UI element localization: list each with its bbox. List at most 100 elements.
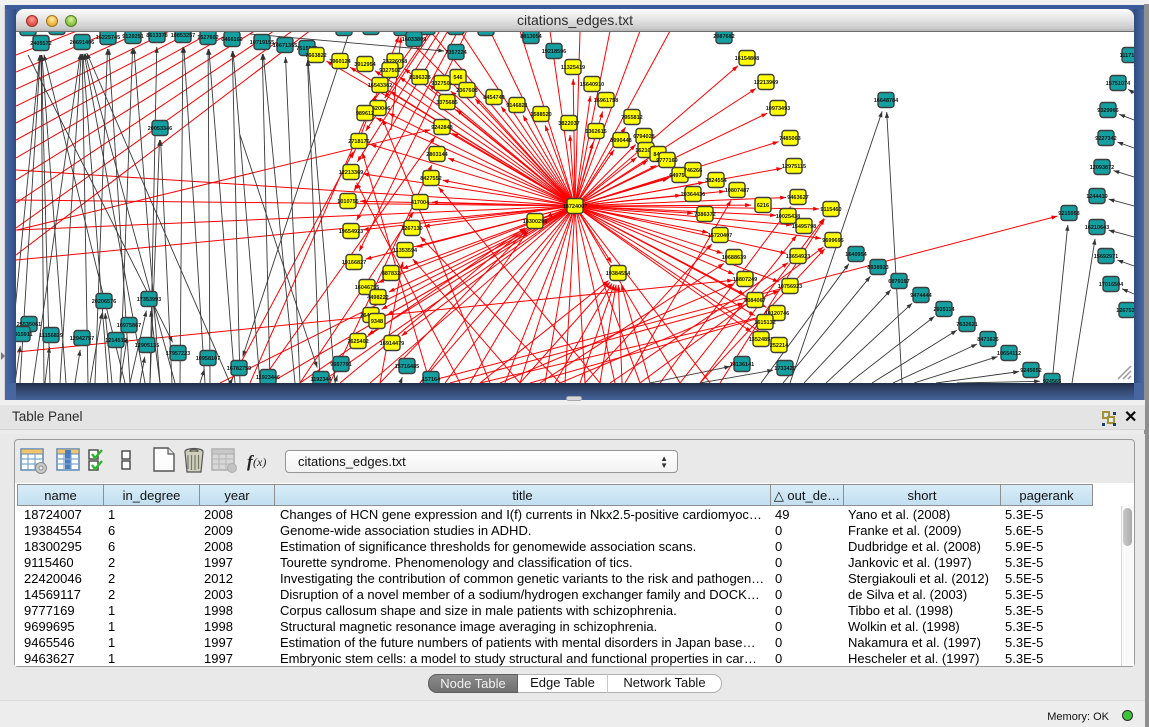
svg-text:2935114: 2935114 — [933, 307, 955, 313]
svg-text:19384554: 19384554 — [606, 271, 631, 277]
svg-text:2087682: 2087682 — [713, 34, 734, 40]
svg-text:11923446: 11923446 — [256, 375, 280, 381]
svg-text:6879197: 6879197 — [888, 279, 909, 285]
svg-text:9329966: 9329966 — [1097, 108, 1118, 114]
svg-text:16961758: 16961758 — [594, 98, 618, 104]
svg-text:9227342: 9227342 — [1095, 136, 1116, 142]
svg-text:417004: 417004 — [411, 200, 430, 206]
svg-text:17957223: 17957223 — [166, 351, 190, 357]
svg-text:7386372: 7386372 — [694, 212, 715, 218]
svg-text:10958107: 10958107 — [196, 356, 220, 362]
svg-text:16543362: 16543362 — [368, 83, 392, 89]
svg-text:16914479: 16914479 — [380, 341, 404, 347]
svg-text:3375685: 3375685 — [436, 100, 457, 106]
svg-text:17353993: 17353993 — [137, 297, 161, 303]
svg-text:1010755: 1010755 — [337, 199, 358, 205]
svg-text:2405572: 2405572 — [30, 41, 51, 47]
svg-text:10688639: 10688639 — [722, 255, 746, 261]
svg-text:7485063: 7485063 — [779, 136, 800, 142]
svg-text:14136141: 14136141 — [730, 362, 754, 368]
svg-text:1214519: 1214519 — [105, 338, 126, 344]
svg-text:3915911: 3915911 — [16, 332, 33, 338]
svg-text:12905135: 12905135 — [135, 343, 159, 349]
svg-text:18300295: 18300295 — [523, 219, 547, 225]
svg-text:12213969: 12213969 — [754, 80, 778, 86]
svg-text:8454749: 8454749 — [483, 95, 504, 101]
svg-text:9245652: 9245652 — [1020, 368, 1041, 374]
svg-text:3824554: 3824554 — [705, 178, 727, 184]
svg-text:1117149: 1117149 — [1120, 53, 1134, 59]
svg-text:10807487: 10807487 — [725, 188, 749, 194]
svg-text:9463627: 9463627 — [787, 195, 808, 201]
svg-text:8471626: 8471626 — [977, 337, 998, 343]
svg-text:7625402: 7625402 — [347, 339, 368, 345]
svg-text:16154808: 16154808 — [735, 56, 759, 62]
svg-text:746266: 746266 — [684, 168, 702, 174]
svg-text:8938923: 8938923 — [867, 265, 888, 271]
svg-text:1733426: 1733426 — [774, 366, 795, 372]
svg-text:10756923: 10756923 — [778, 284, 802, 290]
svg-text:9657791: 9657791 — [330, 362, 351, 368]
svg-text:1267531: 1267531 — [1116, 308, 1134, 314]
svg-text:10975867: 10975867 — [117, 323, 141, 329]
svg-text:12213369: 12213369 — [339, 170, 363, 176]
svg-text:9348: 9348 — [371, 319, 383, 325]
svg-text:12093872: 12093872 — [1090, 165, 1114, 171]
svg-text:15751074: 15751074 — [1106, 81, 1131, 87]
svg-text:10973493: 10973493 — [766, 106, 790, 112]
svg-text:9777169: 9777169 — [656, 158, 677, 164]
svg-text:3822037: 3822037 — [558, 121, 579, 127]
svg-text:1244419: 1244419 — [1086, 194, 1107, 200]
svg-text:16782759: 16782759 — [227, 366, 251, 372]
svg-text:1527602: 1527602 — [197, 35, 218, 41]
svg-text:9146821: 9146821 — [506, 103, 527, 109]
svg-text:6466160: 6466160 — [221, 37, 242, 43]
svg-text:20364436: 20364436 — [681, 192, 705, 198]
svg-text:15720407: 15720407 — [708, 233, 732, 239]
svg-text:19166827: 19166827 — [342, 260, 366, 266]
svg-text:7955812: 7955812 — [621, 115, 642, 121]
svg-text:7357224: 7357224 — [445, 50, 467, 56]
svg-text:546: 546 — [453, 75, 462, 81]
svg-text:12975115: 12975115 — [782, 164, 806, 170]
svg-text:7663822: 7663822 — [305, 53, 326, 59]
svg-text:10671355: 10671355 — [273, 43, 297, 49]
svg-text:13654923: 13654923 — [786, 254, 810, 260]
svg-text:10853257: 10853257 — [171, 33, 195, 39]
svg-text:1192344: 1192344 — [310, 377, 332, 383]
svg-text:8813054: 8813054 — [520, 34, 542, 40]
svg-text:12942757: 12942757 — [70, 336, 94, 342]
svg-text:6216: 6216 — [757, 203, 769, 209]
svg-text:1588520: 1588520 — [530, 112, 551, 118]
svg-text:17016504: 17016504 — [1099, 282, 1124, 288]
svg-text:15716485: 15716485 — [395, 364, 419, 370]
svg-text:3267130: 3267130 — [401, 226, 422, 232]
svg-text:887832: 887832 — [382, 271, 400, 277]
svg-text:2718176: 2718176 — [348, 139, 369, 145]
svg-text:16033809: 16033809 — [402, 37, 426, 43]
svg-text:252214: 252214 — [770, 343, 789, 349]
svg-text:3960124: 3960124 — [329, 59, 351, 65]
svg-text:1362615: 1362615 — [585, 129, 606, 135]
svg-text:11156829: 11156829 — [39, 333, 63, 339]
svg-text:9699695: 9699695 — [822, 238, 843, 244]
svg-text:4498222: 4498222 — [367, 295, 388, 301]
svg-text:1640954: 1640954 — [845, 252, 867, 258]
svg-text:8427552: 8427552 — [420, 176, 441, 182]
svg-text:16210643: 16210643 — [1085, 225, 1109, 231]
svg-text:9474444: 9474444 — [910, 293, 932, 299]
svg-text:9084067: 9084067 — [744, 298, 765, 304]
svg-text:20053346: 20053346 — [148, 126, 172, 132]
svg-text:989612: 989612 — [356, 111, 374, 117]
svg-text:2367608: 2367608 — [456, 88, 477, 94]
svg-text:(x): (x) — [253, 455, 266, 469]
svg-text:7632621: 7632621 — [956, 322, 977, 328]
svg-text:11353594: 11353594 — [393, 248, 418, 254]
svg-text:10654112: 10654112 — [997, 351, 1021, 357]
svg-text:924565: 924565 — [1043, 379, 1061, 383]
svg-text:15640910: 15640910 — [580, 82, 604, 88]
svg-text:20206576: 20206576 — [92, 299, 116, 305]
svg-text:9120251: 9120251 — [122, 34, 143, 40]
svg-text:18724007: 18724007 — [563, 204, 587, 210]
svg-text:18807249: 18807249 — [733, 277, 757, 283]
